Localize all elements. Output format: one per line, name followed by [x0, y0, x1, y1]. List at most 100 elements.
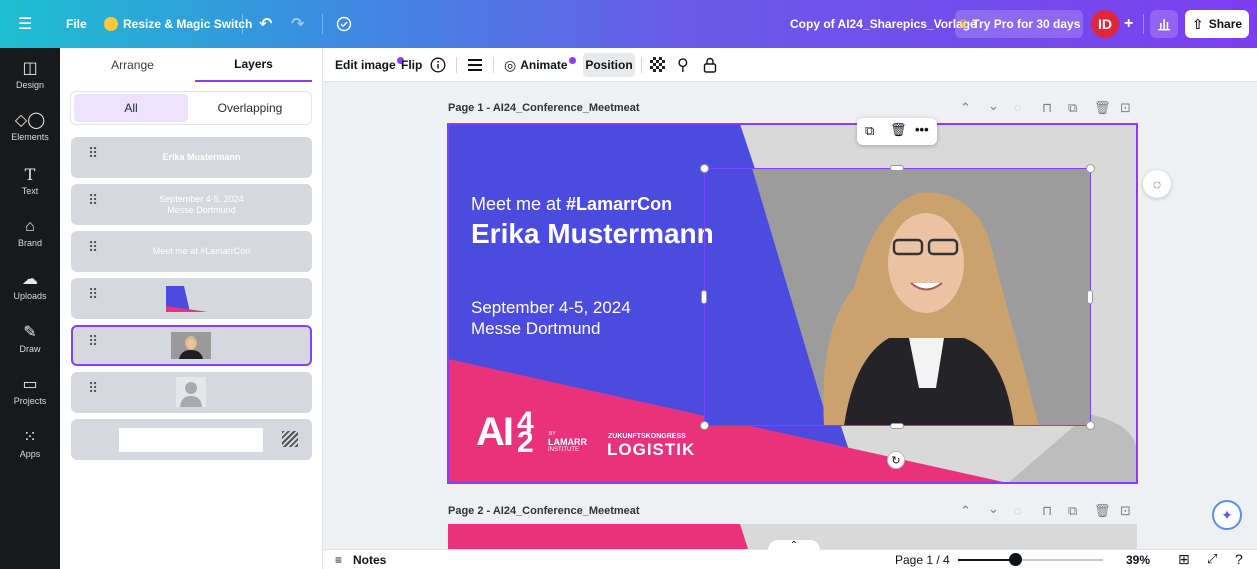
document-title[interactable]: Copy of AI24_Sharepics_Vorlage [790, 0, 977, 48]
duplicate-icon[interactable]: ⧉ [1068, 503, 1077, 519]
ai24-logo-mark: 42 [517, 406, 534, 459]
rail-item-design[interactable]: ◫ Design [0, 60, 60, 90]
hide-icon[interactable]: ◌ [1014, 100, 1022, 115]
speaker-name[interactable]: Erika Mustermann [471, 218, 714, 250]
help-icon[interactable]: ? [1235, 551, 1243, 567]
rail-item-text[interactable]: T Text [0, 166, 60, 197]
magic-assistant-icon[interactable]: ✦ [1212, 500, 1242, 530]
border-style-icon[interactable] [468, 48, 482, 82]
rail-item-brand[interactable]: ⌂ Brand [0, 218, 60, 248]
event-date[interactable]: September 4-5, 2024 [471, 298, 631, 318]
info-icon[interactable] [430, 48, 446, 82]
projects-icon: ▭ [22, 376, 38, 393]
edit-image-button[interactable]: Edit image [335, 48, 404, 82]
chevron-up-icon[interactable]: ⌃ [960, 100, 971, 116]
hide-icon[interactable]: ◌ [1014, 503, 1022, 518]
chevron-up-icon[interactable]: ⌃ [960, 503, 971, 519]
animate-button[interactable]: ◎ Animate [504, 48, 576, 82]
resize-handle[interactable] [890, 423, 904, 429]
layer-text: Meet me at #LamarrCon [152, 246, 251, 256]
background-thumbnail [119, 428, 263, 452]
zoom-level[interactable]: 39% [1126, 553, 1150, 567]
add-comment-icon[interactable]: ◌ [1143, 170, 1171, 198]
avatar[interactable]: ID [1091, 10, 1119, 38]
drag-handle-icon[interactable]: ⠿ [88, 381, 98, 400]
duplicate-icon[interactable]: ⧉ [865, 123, 874, 139]
page-title[interactable]: Page 2 - AI24_Conference_Meetmeat [448, 505, 640, 517]
lock-icon[interactable] [703, 48, 717, 82]
tab-layers[interactable]: Layers [195, 48, 312, 82]
segment-all[interactable]: All [74, 94, 188, 122]
notes-icon[interactable]: ≡ [335, 553, 342, 567]
drag-handle-icon[interactable]: ⠿ [88, 146, 98, 165]
layer-row[interactable]: ⠿ Erika Mustermann [71, 137, 312, 178]
layer-row[interactable]: ⠿ [71, 372, 312, 413]
resize-handle[interactable] [1087, 290, 1093, 304]
transparency-icon[interactable] [650, 57, 665, 72]
elements-icon: ◇◯ [14, 112, 46, 129]
delete-icon[interactable]: 🗑 [1094, 100, 1111, 116]
layer-row[interactable]: ⠿ September 4-5, 2024 Messe Dortmund [71, 184, 312, 225]
resize-handle[interactable] [1086, 164, 1095, 173]
hashtag: #LamarrCon [566, 194, 673, 214]
event-venue[interactable]: Messe Dortmund [471, 319, 600, 339]
resize-handle[interactable] [700, 164, 709, 173]
portrait-photo[interactable] [704, 168, 1091, 426]
page-indicator[interactable]: Page 1 / 4 [895, 553, 950, 567]
position-button[interactable]: Position [583, 53, 635, 77]
cloud-saved-icon[interactable] [336, 0, 352, 48]
rail-item-elements[interactable]: ◇◯ Elements [0, 112, 60, 142]
resize-handle[interactable] [1086, 421, 1095, 430]
meet-me-heading[interactable]: Meet me at #LamarrCon [471, 194, 672, 215]
try-pro-button[interactable]: ♛ Try Pro for 30 days [955, 10, 1083, 38]
more-icon[interactable]: ••• [915, 122, 929, 137]
resize-handle[interactable] [890, 165, 904, 171]
undo-icon[interactable]: ↶ [259, 0, 272, 48]
tab-arrange[interactable]: Arrange [70, 48, 195, 82]
rail-item-draw[interactable]: ✎ Draw [0, 324, 60, 354]
rail-item-uploads[interactable]: ☁ Uploads [0, 271, 60, 301]
drag-handle-icon[interactable]: ⠿ [88, 334, 98, 353]
add-collaborator-icon[interactable]: + [1124, 0, 1133, 48]
insights-icon[interactable] [1150, 10, 1178, 38]
delete-icon[interactable]: 🗑 [1094, 503, 1111, 519]
page-title[interactable]: Page 1 - AI24_Conference_Meetmeat [448, 102, 640, 114]
notes-button[interactable]: Notes [353, 553, 386, 567]
flip-button[interactable]: Flip [401, 48, 422, 82]
segment-overlapping[interactable]: Overlapping [192, 94, 308, 122]
drag-handle-icon[interactable]: ⠿ [88, 240, 98, 259]
rail-item-apps[interactable]: ⁙ Apps [0, 429, 60, 459]
resize-button[interactable]: Resize & Magic Switch [104, 0, 252, 48]
try-pro-label: Try Pro for 30 days [972, 17, 1081, 31]
rail-item-projects[interactable]: ▭ Projects [0, 376, 60, 406]
drag-handle-icon[interactable]: ⠿ [88, 287, 98, 306]
drag-handle-icon[interactable]: ⠿ [88, 193, 98, 212]
zoom-slider-knob[interactable] [1008, 553, 1022, 566]
layer-row[interactable]: ⠿ Meet me at #LamarrCon [71, 231, 312, 272]
layer-row[interactable] [71, 419, 312, 460]
design-page[interactable]: Meet me at #LamarrCon Erika Mustermann S… [448, 124, 1137, 483]
layer-text: Erika Mustermann [162, 152, 241, 162]
copy-style-icon[interactable]: ⚲ [677, 48, 689, 82]
file-menu[interactable]: File [66, 0, 87, 48]
chevron-down-icon[interactable]: ⌄ [988, 501, 999, 517]
grid-view-icon[interactable]: ⊞ [1178, 551, 1190, 568]
share-button[interactable]: ⇧ Share [1185, 10, 1249, 38]
hamburger-icon[interactable]: ☰ [18, 0, 32, 48]
collapse-pages-icon[interactable]: ⌃ [768, 540, 820, 554]
fullscreen-icon[interactable]: ⤢ [1207, 551, 1217, 567]
delete-icon[interactable]: 🗑 [890, 122, 907, 138]
duplicate-icon[interactable]: ⧉ [1068, 100, 1077, 116]
add-page-icon[interactable]: ⊡ [1120, 503, 1131, 519]
lock-icon[interactable]: ⊓ [1042, 100, 1052, 116]
resize-handle[interactable] [700, 421, 709, 430]
edit-image-label: Edit image [335, 58, 396, 72]
layer-row-selected[interactable]: ⠿ [71, 325, 312, 366]
layer-row[interactable]: ⠿ [71, 278, 312, 319]
chevron-down-icon[interactable]: ⌄ [988, 98, 999, 114]
redo-icon[interactable]: ↷ [291, 0, 304, 48]
rotate-icon[interactable]: ↻ [887, 451, 905, 469]
add-page-icon[interactable]: ⊡ [1120, 100, 1131, 116]
resize-handle[interactable] [701, 290, 707, 304]
lock-icon[interactable]: ⊓ [1042, 503, 1052, 519]
